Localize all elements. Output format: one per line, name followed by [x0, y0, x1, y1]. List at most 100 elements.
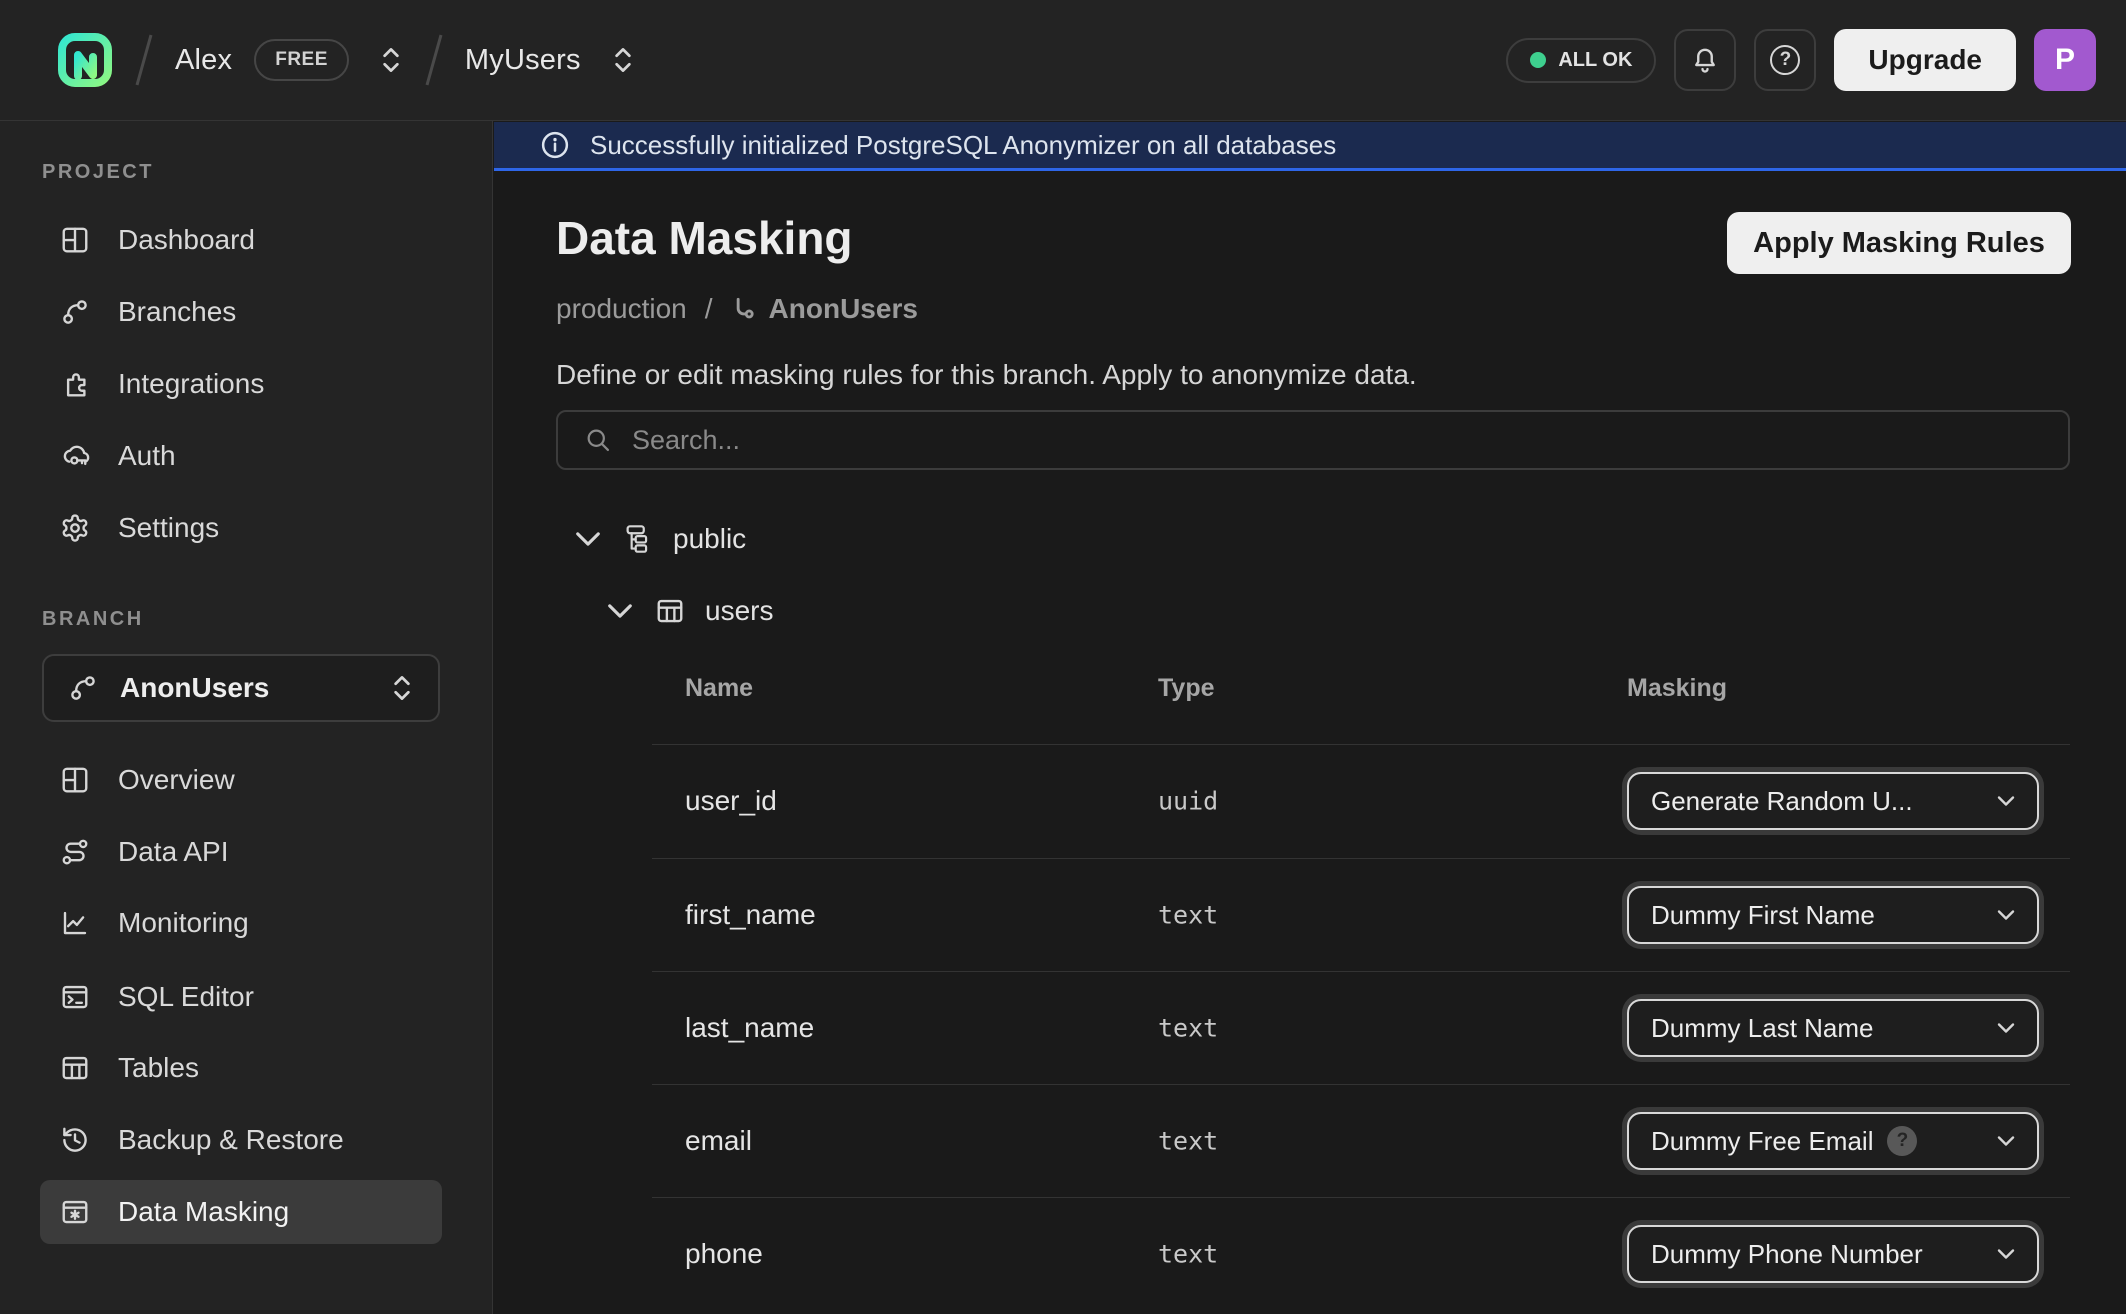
gear-icon	[60, 513, 90, 543]
branch-selector[interactable]: AnonUsers	[42, 654, 440, 722]
column-type: text	[1158, 1240, 1218, 1269]
main-content: Successfully initialized PostgreSQL Anon…	[494, 121, 2126, 1314]
column-name: first_name	[685, 899, 816, 931]
table-icon	[655, 596, 685, 626]
chevron-down-icon	[1995, 1134, 2017, 1148]
column-type: text	[1158, 1127, 1218, 1156]
mask-window-icon	[60, 1197, 90, 1227]
section-label-branch: BRANCH	[42, 608, 144, 631]
table-row: phone text Dummy Phone Number	[652, 1197, 2070, 1310]
table-name: users	[705, 595, 773, 627]
dashboard-grid-icon	[60, 225, 90, 255]
sidebar-item-sql-editor[interactable]: SQL Editor	[40, 965, 442, 1029]
sidebar-item-data-masking[interactable]: Data Masking	[40, 1180, 442, 1244]
notification-banner: Successfully initialized PostgreSQL Anon…	[494, 122, 2126, 171]
column-header-name: Name	[685, 674, 753, 703]
columns-header: Name Type Masking	[652, 674, 2070, 714]
slash-divider	[127, 31, 161, 89]
column-header-masking: Masking	[1627, 674, 1727, 703]
breadcrumb-current[interactable]: AnonUsers	[769, 293, 918, 325]
breadcrumb-separator: /	[705, 293, 713, 325]
question-mark-icon: ?	[1770, 45, 1800, 75]
search-input[interactable]	[632, 425, 2068, 456]
chart-line-icon	[60, 908, 90, 938]
column-name: email	[685, 1125, 752, 1157]
avatar[interactable]: P	[2034, 29, 2096, 91]
child-branch-icon	[731, 296, 757, 322]
sidebar-item-backup-restore[interactable]: Backup & Restore	[40, 1108, 442, 1172]
project-name[interactable]: MyUsers	[465, 44, 581, 77]
info-icon	[540, 130, 570, 160]
sidebar-item-auth[interactable]: Auth	[40, 424, 442, 488]
status-label: ALL OK	[1558, 49, 1632, 72]
notifications-button[interactable]	[1674, 29, 1736, 91]
schema-icon	[623, 524, 653, 554]
status-ok-dot-icon	[1530, 52, 1546, 68]
masking-rule-select[interactable]: Dummy Free Email ?	[1627, 1112, 2039, 1170]
branch-selector-chevrons-icon	[390, 671, 414, 705]
column-type: text	[1158, 901, 1218, 930]
status-badge[interactable]: ALL OK	[1506, 38, 1656, 83]
chevron-down-icon	[1995, 794, 2017, 808]
apply-masking-rules-button[interactable]: Apply Masking Rules	[1727, 212, 2071, 274]
sidebar-item-monitoring[interactable]: Monitoring	[40, 891, 442, 955]
topbar-left: Alex FREE MyUsers	[0, 0, 635, 120]
masking-rule-select[interactable]: Dummy First Name	[1627, 886, 2039, 944]
upgrade-button[interactable]: Upgrade	[1834, 29, 2016, 91]
help-badge-icon[interactable]: ?	[1887, 1126, 1917, 1156]
section-label-project: PROJECT	[42, 161, 154, 184]
sidebar-item-overview[interactable]: Overview	[40, 748, 442, 812]
table-row: last_name text Dummy Last Name	[652, 971, 2070, 1084]
masking-rule-select[interactable]: Dummy Last Name	[1627, 999, 2039, 1057]
route-icon	[60, 837, 90, 867]
chevron-down-icon[interactable]	[607, 602, 633, 620]
table-icon	[60, 1053, 90, 1083]
terminal-window-icon	[60, 982, 90, 1012]
breadcrumb-parent[interactable]: production	[556, 293, 687, 325]
masking-rule-select[interactable]: Generate Random U...	[1627, 772, 2039, 830]
history-clock-icon	[60, 1125, 90, 1155]
branch-icon	[68, 673, 98, 703]
project-switcher-chevrons-icon[interactable]	[611, 43, 635, 77]
page-title: Data Masking	[556, 211, 853, 265]
puzzle-icon	[60, 369, 90, 399]
sidebar-item-data-api[interactable]: Data API	[40, 820, 442, 884]
page-description: Define or edit masking rules for this br…	[556, 359, 1417, 391]
sidebar-item-settings[interactable]: Settings	[40, 496, 442, 560]
chevron-down-icon	[1995, 1247, 2017, 1261]
table-row: email text Dummy Free Email ?	[652, 1084, 2070, 1197]
org-name[interactable]: Alex	[175, 44, 232, 77]
branch-icon	[60, 297, 90, 327]
help-button[interactable]: ?	[1754, 29, 1816, 91]
topbar-right: ALL OK ? Upgrade P	[1506, 0, 2126, 120]
slash-divider	[417, 31, 451, 89]
column-type: text	[1158, 1014, 1218, 1043]
column-name: phone	[685, 1238, 763, 1270]
column-name: last_name	[685, 1012, 814, 1044]
sidebar-item-dashboard[interactable]: Dashboard	[40, 208, 442, 272]
tree-node-schema[interactable]: public	[575, 515, 746, 563]
sidebar-item-tables[interactable]: Tables	[40, 1036, 442, 1100]
breadcrumb: production / AnonUsers	[556, 293, 918, 325]
plan-badge: FREE	[254, 39, 349, 81]
neon-logo-icon[interactable]	[57, 32, 113, 88]
table-row: first_name text Dummy First Name	[652, 858, 2070, 971]
sidebar: PROJECT Dashboard Branches Integrations …	[0, 121, 493, 1314]
sidebar-item-integrations[interactable]: Integrations	[40, 352, 442, 416]
chevron-down-icon[interactable]	[575, 530, 601, 548]
tree-node-table[interactable]: users	[607, 587, 773, 635]
masking-rule-select[interactable]: Dummy Phone Number	[1627, 1225, 2039, 1283]
org-switcher-chevrons-icon[interactable]	[379, 43, 403, 77]
bell-icon	[1690, 45, 1720, 75]
search-icon	[584, 426, 612, 454]
column-type: uuid	[1158, 787, 1218, 816]
table-row: user_id uuid Generate Random U...	[652, 744, 2070, 857]
top-bar: Alex FREE MyUsers ALL OK ? Upgrade P	[0, 0, 2126, 121]
sidebar-item-branches[interactable]: Branches	[40, 280, 442, 344]
column-name: user_id	[685, 785, 777, 817]
search-box	[556, 410, 2070, 470]
chevron-down-icon	[1995, 908, 2017, 922]
cloud-key-icon	[60, 441, 90, 471]
schema-name: public	[673, 523, 746, 555]
overview-grid-icon	[60, 765, 90, 795]
